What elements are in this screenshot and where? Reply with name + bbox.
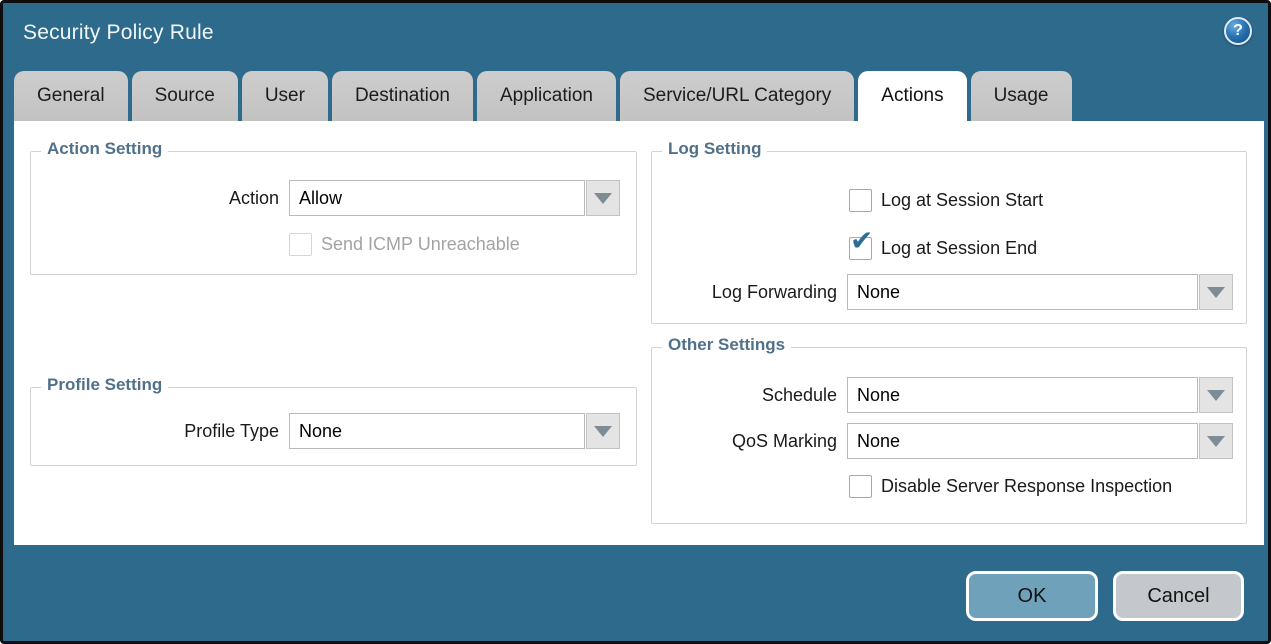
qos-marking-dropdown-value[interactable]: None xyxy=(847,423,1198,459)
tab-service-url-category[interactable]: Service/URL Category xyxy=(620,71,854,121)
log-at-session-end-row: ✔ Log at Session End xyxy=(849,236,1037,261)
profile-type-dropdown-value[interactable]: None xyxy=(289,413,585,449)
action-setting-legend: Action Setting xyxy=(41,139,168,159)
tab-bar: General Source User Destination Applicat… xyxy=(14,71,1072,121)
chevron-down-icon[interactable] xyxy=(586,180,620,216)
triangle-glyph xyxy=(594,426,612,437)
chevron-down-icon[interactable] xyxy=(1199,423,1233,459)
disable-server-response-inspection-row: Disable Server Response Inspection xyxy=(849,474,1172,499)
qos-marking-label: QoS Marking xyxy=(652,431,847,452)
schedule-dropdown-value[interactable]: None xyxy=(847,377,1198,413)
triangle-glyph xyxy=(1207,287,1225,298)
log-at-session-start-checkbox[interactable] xyxy=(849,189,872,212)
tab-general[interactable]: General xyxy=(14,71,128,121)
log-setting-group: Log Setting Log at Session Start ✔ Log a… xyxy=(651,151,1247,324)
tab-usage[interactable]: Usage xyxy=(971,71,1072,121)
action-dropdown[interactable]: Allow xyxy=(289,180,620,216)
qos-marking-dropdown[interactable]: None xyxy=(847,423,1233,459)
send-icmp-unreachable-row: Send ICMP Unreachable xyxy=(289,232,520,257)
chevron-down-icon[interactable] xyxy=(1199,377,1233,413)
schedule-dropdown[interactable]: None xyxy=(847,377,1233,413)
cancel-button[interactable]: Cancel xyxy=(1113,571,1244,621)
action-label: Action xyxy=(31,188,289,209)
action-setting-group: Action Setting Action Allow Send ICMP Un… xyxy=(30,151,637,275)
ok-button[interactable]: OK xyxy=(966,571,1098,621)
log-at-session-end-label: Log at Session End xyxy=(881,238,1037,259)
log-forwarding-dropdown-value[interactable]: None xyxy=(847,274,1198,310)
profile-setting-group: Profile Setting Profile Type None xyxy=(30,387,637,466)
triangle-glyph xyxy=(594,193,612,204)
schedule-label: Schedule xyxy=(652,385,847,406)
send-icmp-unreachable-checkbox xyxy=(289,233,312,256)
profile-type-label: Profile Type xyxy=(31,421,289,442)
other-settings-legend: Other Settings xyxy=(662,335,791,355)
triangle-glyph xyxy=(1207,390,1225,401)
log-at-session-end-checkbox[interactable]: ✔ xyxy=(849,237,872,260)
security-policy-rule-dialog: Security Policy Rule ? General Source Us… xyxy=(0,0,1271,644)
log-at-session-start-row: Log at Session Start xyxy=(849,188,1043,213)
tab-user[interactable]: User xyxy=(242,71,328,121)
log-at-session-start-label: Log at Session Start xyxy=(881,190,1043,211)
log-forwarding-label: Log Forwarding xyxy=(652,282,847,303)
tab-application[interactable]: Application xyxy=(477,71,616,121)
disable-server-response-inspection-label: Disable Server Response Inspection xyxy=(881,476,1172,497)
check-mark-icon: ✔ xyxy=(850,227,873,255)
content-panel: Action Setting Action Allow Send ICMP Un… xyxy=(14,121,1264,545)
tab-actions[interactable]: Actions xyxy=(858,71,966,121)
send-icmp-unreachable-label: Send ICMP Unreachable xyxy=(321,234,520,255)
profile-setting-legend: Profile Setting xyxy=(41,375,168,395)
other-settings-group: Other Settings Schedule None QoS Marking… xyxy=(651,347,1247,524)
tab-source[interactable]: Source xyxy=(132,71,238,121)
disable-server-response-inspection-checkbox[interactable] xyxy=(849,475,872,498)
profile-type-dropdown[interactable]: None xyxy=(289,413,620,449)
log-setting-legend: Log Setting xyxy=(662,139,767,159)
log-forwarding-dropdown[interactable]: None xyxy=(847,274,1233,310)
action-dropdown-value[interactable]: Allow xyxy=(289,180,585,216)
chevron-down-icon[interactable] xyxy=(1199,274,1233,310)
chevron-down-icon[interactable] xyxy=(586,413,620,449)
triangle-glyph xyxy=(1207,436,1225,447)
tab-destination[interactable]: Destination xyxy=(332,71,473,121)
help-icon[interactable]: ? xyxy=(1224,17,1252,45)
help-glyph: ? xyxy=(1233,22,1243,40)
dialog-title: Security Policy Rule xyxy=(23,21,214,45)
